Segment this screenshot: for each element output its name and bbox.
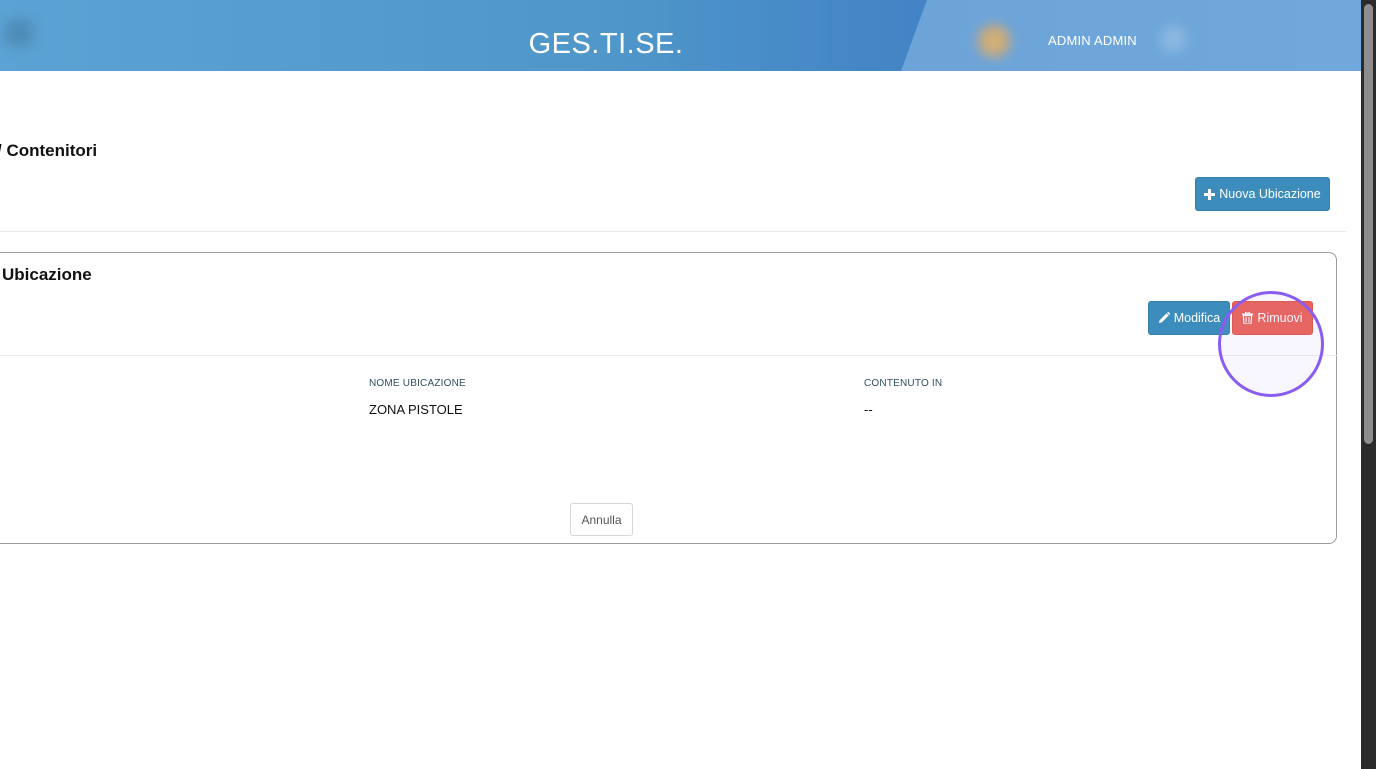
location-name-label: NOME UBICAZIONE [369,378,466,389]
trash-icon [1242,312,1254,324]
contained-in-label: CONTENUTO IN [864,378,943,389]
user-name[interactable]: ADMIN ADMIN [1048,33,1137,48]
contained-in-value: -- [864,402,873,417]
card-title: Ubicazione [2,265,92,284]
cancel-button[interactable]: Annulla [570,503,633,536]
user-menu-icon[interactable] [1160,26,1186,52]
remove-button[interactable]: Rimuovi [1232,301,1313,335]
app-title: GES.TI.SE. [528,28,684,60]
edit-button[interactable]: Modifica [1148,301,1230,335]
app-header: GES.TI.SE. ADMIN ADMIN [0,0,1361,71]
user-avatar[interactable] [975,22,1013,60]
pencil-icon [1158,312,1170,324]
remove-button-label: Rimuovi [1257,311,1303,325]
edit-button-label: Modifica [1173,311,1221,325]
location-detail-card [0,252,1337,544]
new-location-button[interactable]: Nuova Ubicazione [1195,177,1330,211]
section-divider [0,231,1346,232]
plus-icon [1204,188,1216,200]
new-location-label: Nuova Ubicazione [1219,187,1321,201]
scrollbar-thumb[interactable] [1364,4,1373,444]
page-title: / Contenitori [0,141,98,160]
vertical-scrollbar[interactable] [1361,0,1376,769]
card-divider [0,355,1337,356]
location-name-value: ZONA PISTOLE [369,402,463,417]
page: GES.TI.SE. ADMIN ADMIN / Contenitori Nuo… [0,0,1376,769]
